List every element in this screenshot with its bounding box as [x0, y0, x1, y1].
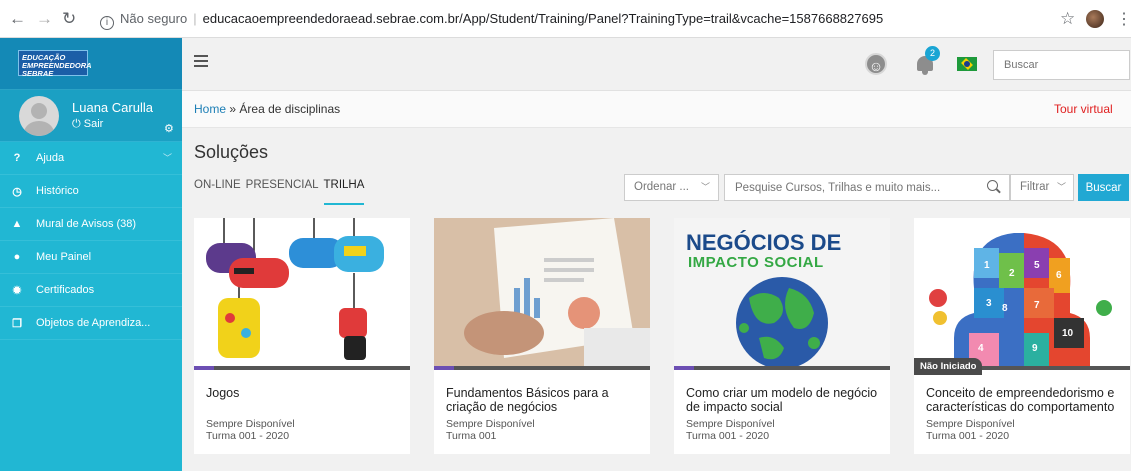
- card-class: Turma 001: [446, 430, 497, 442]
- card-title[interactable]: Como criar um modelo de negócio de impac…: [686, 386, 884, 414]
- hamburger-menu-icon[interactable]: [194, 55, 208, 67]
- notification-badge: 2: [925, 46, 940, 61]
- card-availability: Sempre Disponível: [446, 418, 535, 430]
- progress-bar: [194, 366, 410, 370]
- top-header: ☺ 2: [182, 38, 1131, 91]
- header-search-input[interactable]: [993, 50, 1130, 80]
- course-card-empreendedorismo[interactable]: 1 2 3 4 5 6 7 8 9 10 Não Iniciado Concei…: [914, 218, 1130, 454]
- tab-online[interactable]: ON-LINE: [194, 179, 241, 205]
- tab-presencial[interactable]: PRESENCIAL: [246, 179, 319, 205]
- logo-bar: EDUCAÇÃO EMPREENDEDORA SEBRAE: [0, 38, 182, 90]
- brazil-flag-icon[interactable]: [957, 57, 977, 71]
- thumbnail-numbers: 1 2 3 4 5 6 7 8 9 10: [978, 260, 1074, 354]
- tab-trilha[interactable]: TRILHA: [323, 179, 365, 205]
- card-title[interactable]: Conceito de empreendedorismo e caracterí…: [926, 386, 1124, 414]
- sidebar-item-meu-painel[interactable]: ● Meu Painel: [0, 241, 182, 274]
- sidebar-item-certificados[interactable]: ✹ Certificados: [0, 274, 182, 307]
- chevron-down-icon: ﹀: [700, 182, 710, 192]
- course-card-fundamentos[interactable]: Fundamentos Básicos para a criação de ne…: [434, 218, 650, 454]
- sidebar: EDUCAÇÃO EMPREENDEDORA SEBRAE Luana Caru…: [0, 38, 182, 471]
- card-availability: Sempre Disponível: [926, 418, 1015, 430]
- address-bar[interactable]: i Não seguro | educacaoempreendedoraead.seb…: [100, 9, 883, 30]
- card-title[interactable]: Fundamentos Básicos para a criação de ne…: [446, 386, 644, 414]
- chevron-down-icon: ﹀: [1056, 182, 1066, 192]
- accessibility-icon[interactable]: ☺: [865, 53, 887, 75]
- user-avatar: [19, 96, 59, 136]
- user-box: Luana Carulla ⏻ Sair ⚙: [0, 90, 182, 142]
- sidebar-item-ajuda[interactable]: ? Ajuda ﹀: [0, 142, 182, 175]
- filter-select[interactable]: Filtrar ﹀: [1010, 174, 1074, 201]
- browser-menu-icon[interactable]: ⋮: [1116, 9, 1131, 29]
- breadcrumb: Home » Área de disciplinas: [194, 102, 341, 116]
- history-icon: ◷: [12, 185, 22, 198]
- objects-icon: ❐: [12, 317, 22, 330]
- course-thumbnail: 1 2 3 4 5 6 7 8 9 10: [914, 218, 1130, 366]
- card-availability: Sempre Disponível: [686, 418, 775, 430]
- sebrae-logo[interactable]: EDUCAÇÃO EMPREENDEDORA SEBRAE: [18, 50, 92, 78]
- gear-icon[interactable]: ⚙: [164, 122, 174, 135]
- sidebar-item-objetos[interactable]: ❐ Objetos de Aprendiza...: [0, 307, 182, 340]
- card-availability: Sempre Disponível: [206, 418, 295, 430]
- profile-avatar[interactable]: [1086, 10, 1104, 28]
- search-button[interactable]: Buscar: [1078, 174, 1129, 201]
- breadcrumb-bar: Home » Área de disciplinas Tour virtual: [182, 91, 1131, 128]
- url-text: educacaoempreendedoraead.sebrae.com.br/A…: [202, 11, 884, 26]
- course-thumbnail: [194, 218, 410, 366]
- help-icon: ?: [13, 152, 21, 164]
- card-class: Turma 001 - 2020: [926, 430, 1010, 442]
- order-select[interactable]: Ordenar ... ﹀: [624, 174, 719, 201]
- sidebar-item-historico[interactable]: ◷ Histórico: [0, 175, 182, 208]
- card-class: Turma 001 - 2020: [206, 430, 290, 442]
- security-label: Não seguro: [120, 11, 188, 26]
- progress-bar: [434, 366, 650, 370]
- page-title: Soluções: [194, 142, 269, 162]
- search-icon[interactable]: [987, 180, 998, 191]
- course-card-jogos[interactable]: Jogos Sempre Disponível Turma 001 - 2020: [194, 218, 410, 454]
- breadcrumb-current: Área de disciplinas: [239, 102, 341, 116]
- card-title[interactable]: Jogos: [206, 386, 404, 414]
- certificate-icon: ✹: [12, 284, 22, 297]
- course-search-input[interactable]: [724, 174, 1010, 201]
- breadcrumb-home[interactable]: Home: [194, 102, 226, 116]
- user-icon: ●: [13, 251, 21, 263]
- warning-icon: ▲: [11, 218, 23, 230]
- card-class: Turma 001 - 2020: [686, 430, 770, 442]
- tour-virtual-link[interactable]: Tour virtual: [1054, 102, 1113, 116]
- bookmark-star-icon[interactable]: ☆: [1060, 9, 1075, 29]
- reload-icon[interactable]: ↻: [62, 9, 76, 29]
- status-badge: Não Iniciado: [914, 358, 983, 375]
- chevron-down-icon: ﹀: [162, 153, 172, 163]
- course-thumbnail: NEGÓCIOS DE IMPACTO SOCIAL: [674, 218, 890, 366]
- course-card-impacto-social[interactable]: NEGÓCIOS DE IMPACTO SOCIAL Como criar um…: [674, 218, 890, 454]
- back-arrow-icon[interactable]: ←: [9, 9, 26, 29]
- progress-bar: [674, 366, 890, 370]
- info-icon[interactable]: i: [100, 16, 114, 30]
- browser-toolbar: ← → ↻ i Não seguro | educacaoempreendedorae…: [0, 0, 1131, 38]
- sidebar-item-mural[interactable]: ▲ Mural de Avisos (38): [0, 208, 182, 241]
- logout-link[interactable]: ⏻ Sair: [72, 118, 103, 131]
- course-thumbnail: [434, 218, 650, 366]
- user-name: Luana Carulla: [72, 100, 153, 115]
- forward-arrow-icon[interactable]: →: [36, 9, 53, 29]
- solution-tabs: ON-LINE PRESENCIAL TRILHA: [194, 179, 369, 205]
